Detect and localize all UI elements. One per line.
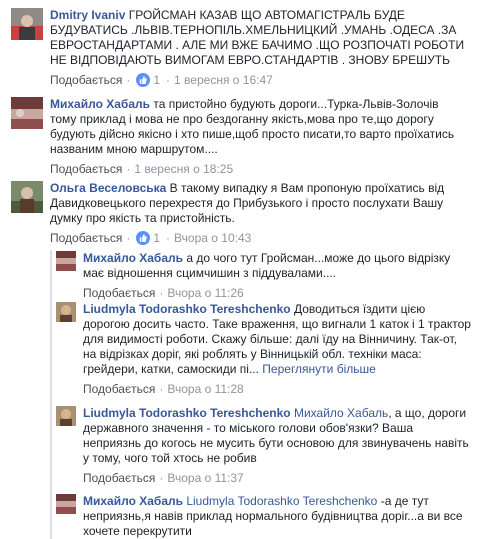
- reply-mention[interactable]: Михайло Хабаль: [294, 406, 388, 420]
- separator: ·: [126, 73, 131, 87]
- reply-text: Михайло Хабаль Liudmyla Todorashko Teres…: [83, 494, 471, 539]
- avatar[interactable]: [56, 251, 76, 271]
- comment: Dmitry Ivaniv ГРОЙСМАН КАЗАВ ЩО АВТОМАГІ…: [11, 8, 471, 88]
- reply-text: Liudmyla Todorashko Tereshchenko Доводит…: [83, 302, 471, 377]
- avatar[interactable]: [11, 181, 43, 213]
- reply: Михайло Хабаль Liudmyla Todorashko Teres…: [56, 494, 471, 539]
- avatar[interactable]: [56, 406, 76, 426]
- reply-author[interactable]: Михайло Хабаль: [83, 494, 183, 508]
- like-count[interactable]: 1: [136, 230, 160, 246]
- comment-text: Ольга Веселовська В такому випадку я Вам…: [50, 181, 468, 226]
- reply-actions: Подобається · Вчора о 11:28: [83, 381, 471, 397]
- see-more-link[interactable]: Переглянути більше: [262, 362, 376, 376]
- reply-text: Liudmyla Todorashko Tereshchenko Михайло…: [83, 406, 471, 466]
- separator: ·: [166, 73, 171, 87]
- comment-author[interactable]: Михайло Хабаль: [50, 97, 150, 111]
- separator: ·: [166, 231, 171, 245]
- like-button[interactable]: Подобається: [83, 470, 155, 486]
- like-button[interactable]: Подобається: [50, 72, 122, 88]
- separator: ·: [159, 471, 164, 485]
- thumbs-up-icon: [136, 73, 151, 87]
- reply-thread-line: [50, 250, 52, 539]
- comment-text: Dmitry Ivaniv ГРОЙСМАН КАЗАВ ЩО АВТОМАГІ…: [50, 8, 468, 68]
- comment-author[interactable]: Ольга Веселовська: [50, 181, 166, 195]
- comment: Ольга Веселовська В такому випадку я Вам…: [11, 181, 471, 246]
- like-count-value: 1: [153, 73, 161, 87]
- like-button[interactable]: Подобається: [50, 161, 122, 177]
- timestamp[interactable]: Вчора о 10:43: [174, 230, 251, 246]
- like-button[interactable]: Подобається: [83, 285, 155, 301]
- reply-actions: Подобається · Вчора о 11:26: [83, 285, 471, 301]
- reply-mention[interactable]: Liudmyla Todorashko Tereshchenko: [186, 494, 377, 508]
- avatar[interactable]: [56, 302, 76, 322]
- avatar[interactable]: [11, 8, 43, 40]
- like-button[interactable]: Подобається: [83, 381, 155, 397]
- reply-author[interactable]: Liudmyla Todorashko Tereshchenko: [83, 302, 291, 316]
- reply: Михайло Хабаль а до чого тут Гройсман...…: [56, 251, 471, 301]
- separator: ·: [159, 286, 164, 300]
- reply-author[interactable]: Михайло Хабаль: [83, 251, 183, 265]
- reply-actions: Подобається · Вчора о 11:37: [83, 470, 471, 486]
- reply: Liudmyla Todorashko Tereshchenko Михайло…: [56, 406, 471, 486]
- comment-actions: Подобається · 1 вересня о 18:25: [50, 161, 468, 177]
- separator: ·: [126, 162, 131, 176]
- timestamp[interactable]: 1 вересня о 18:25: [134, 161, 233, 177]
- timestamp[interactable]: Вчора о 11:26: [167, 285, 243, 301]
- comment-actions: Подобається · 1 · Вчора о 10:43: [50, 230, 468, 246]
- comment-author[interactable]: Dmitry Ivaniv: [50, 8, 125, 22]
- like-button[interactable]: Подобається: [50, 230, 122, 246]
- timestamp[interactable]: Вчора о 11:37: [167, 470, 243, 486]
- timestamp[interactable]: Вчора о 11:28: [167, 381, 243, 397]
- reply-text: Михайло Хабаль а до чого тут Гройсман...…: [83, 251, 471, 281]
- reply-author[interactable]: Liudmyla Todorashko Tereshchenko: [83, 406, 291, 420]
- thumbs-up-icon: [136, 231, 151, 245]
- avatar[interactable]: [56, 494, 76, 514]
- like-count[interactable]: 1: [136, 72, 160, 88]
- comment-actions: Подобається · 1 · 1 вересня о 16:47: [50, 72, 468, 88]
- like-count-value: 1: [153, 231, 161, 245]
- separator: ·: [159, 382, 164, 396]
- avatar[interactable]: [11, 97, 43, 129]
- timestamp[interactable]: 1 вересня о 16:47: [174, 72, 273, 88]
- separator: ·: [126, 231, 131, 245]
- reply: Liudmyla Todorashko Tereshchenko Доводит…: [56, 302, 471, 397]
- comment: Михайло Хабаль та пристойно будують доро…: [11, 97, 471, 177]
- comment-text: Михайло Хабаль та пристойно будують доро…: [50, 97, 468, 157]
